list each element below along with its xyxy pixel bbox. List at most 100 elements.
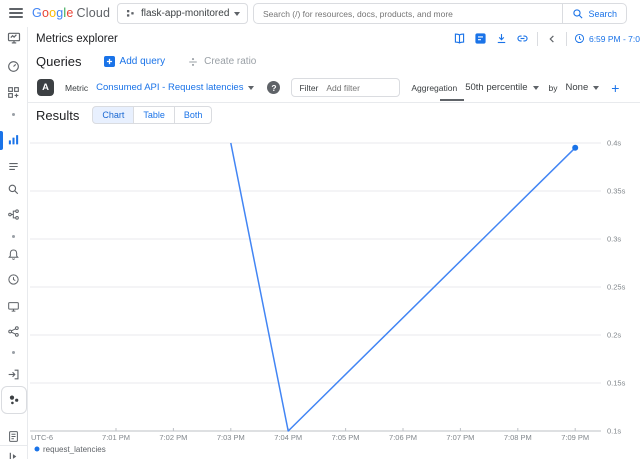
- tab-both[interactable]: Both: [175, 106, 213, 124]
- svg-text:7:02 PM: 7:02 PM: [159, 433, 187, 442]
- logo-google: Google: [32, 6, 74, 20]
- svg-text:0.1s: 0.1s: [607, 427, 621, 436]
- create-ratio-button[interactable]: Create ratio: [187, 56, 256, 68]
- document-icon: [7, 430, 20, 443]
- reading-list-icon[interactable]: [453, 32, 467, 46]
- google-cloud-logo[interactable]: GoogleCloud: [32, 0, 110, 27]
- results-view-tabs: Chart Table Both: [92, 106, 212, 124]
- sidebar-item-vm-dashboard[interactable]: [0, 300, 27, 313]
- share-link-icon[interactable]: [516, 32, 530, 46]
- svg-text:0.2s: 0.2s: [607, 331, 621, 340]
- sidebar-item-dashboards[interactable]: [0, 60, 27, 73]
- sidebar-section-dot: [0, 351, 27, 354]
- chart-board-icon[interactable]: [474, 32, 488, 46]
- enter-arrow-icon: [7, 368, 20, 381]
- svg-text:0.25s: 0.25s: [607, 283, 626, 292]
- svg-text:UTC-6: UTC-6: [31, 433, 53, 442]
- chevron-down-icon: [533, 86, 539, 90]
- collapse-time-panel-icon[interactable]: [545, 32, 559, 46]
- svg-text:7:03 PM: 7:03 PM: [217, 433, 245, 442]
- results-header: Results Chart Table Both: [28, 103, 640, 127]
- aggregation-label: Aggregation: [411, 83, 457, 93]
- search-button[interactable]: Search: [562, 4, 626, 23]
- list-icon: [7, 160, 20, 173]
- add-query-button[interactable]: Add query: [104, 56, 166, 67]
- chevron-down-icon: [234, 12, 240, 16]
- queries-title: Queries: [36, 54, 82, 69]
- divider: [537, 32, 538, 46]
- monitoring-sidebar: [0, 27, 28, 459]
- svg-text:7:06 PM: 7:06 PM: [389, 433, 417, 442]
- query-builder-row: A Metric Consumed API - Request latencie…: [28, 73, 640, 103]
- page-bar-actions: 6:59 PM - 7:0: [453, 32, 640, 46]
- integrations-icon: [7, 86, 20, 99]
- monitor-icon: [7, 300, 20, 313]
- sidebar-item-settings[interactable]: [0, 368, 27, 381]
- chevron-down-icon: [593, 86, 599, 90]
- divider: [566, 32, 567, 46]
- panel-expand-icon: [7, 450, 20, 459]
- trace-tree-icon: [7, 208, 20, 221]
- svg-text:7:04 PM: 7:04 PM: [274, 433, 302, 442]
- by-label: by: [549, 83, 558, 93]
- search-list-icon: [7, 183, 20, 196]
- svg-text:0.3s: 0.3s: [607, 235, 621, 244]
- aggregation-dropdown[interactable]: 50th percentile: [465, 82, 538, 93]
- sidebar-item-integrations[interactable]: [0, 86, 27, 99]
- dashboards-icon: [7, 60, 20, 73]
- query-badge: A: [37, 79, 54, 96]
- filter-label: Filter: [299, 83, 318, 93]
- sidebar-item-metrics-explorer[interactable]: [0, 133, 27, 146]
- search-input[interactable]: [254, 9, 562, 19]
- svg-text:7:05 PM: 7:05 PM: [332, 433, 360, 442]
- sidebar-item-release-notes[interactable]: [0, 430, 27, 443]
- sidebar-item-services[interactable]: [0, 325, 27, 338]
- svg-text:7:09 PM: 7:09 PM: [561, 433, 589, 442]
- metrics-explorer-app: GoogleCloud flask-app-monitored Search M…: [0, 0, 640, 459]
- svg-text:7:07 PM: 7:07 PM: [446, 433, 474, 442]
- project-icon: [125, 8, 136, 19]
- latency-chart[interactable]: 0.4s0.35s0.3s0.25s0.2s0.15s0.1s7:01 PM7:…: [28, 127, 640, 459]
- metric-dropdown[interactable]: Consumed API - Request latencies: [96, 82, 254, 93]
- dots-cluster-icon: [7, 393, 21, 407]
- collapse-sidebar-button[interactable]: [0, 450, 27, 459]
- add-box-icon: [104, 56, 115, 67]
- sidebar-divider: [0, 445, 27, 446]
- logo-cloud: Cloud: [77, 6, 111, 20]
- add-aggregation-button[interactable]: +: [611, 81, 619, 95]
- project-name: flask-app-monitored: [141, 8, 229, 19]
- sidebar-item-highlighted[interactable]: [1, 386, 27, 414]
- project-selector[interactable]: flask-app-monitored: [117, 3, 248, 24]
- sidebar-item-overview[interactable]: [0, 31, 27, 45]
- menu-icon[interactable]: [9, 8, 23, 19]
- sidebar-item-alerting-policies[interactable]: [0, 160, 27, 173]
- ratio-icon: [187, 56, 199, 68]
- svg-text:0.4s: 0.4s: [607, 139, 621, 148]
- tab-chart[interactable]: Chart: [92, 106, 134, 124]
- queries-header: Queries Add query Create ratio: [28, 50, 640, 73]
- global-search-bar: Search: [253, 3, 627, 24]
- aggregation-underline: [440, 99, 464, 101]
- metrics-explorer-icon: [7, 133, 20, 146]
- filter-field: Filter: [291, 78, 400, 97]
- main-content: Queries Add query Create ratio A Metric …: [28, 50, 640, 459]
- time-range-selector[interactable]: 6:59 PM - 7:0: [574, 33, 640, 44]
- sidebar-item-uptime-checks[interactable]: [0, 273, 27, 286]
- clock-icon: [574, 33, 585, 44]
- chart-area: 0.4s0.35s0.3s0.25s0.2s0.15s0.1s7:01 PM7:…: [28, 127, 640, 459]
- sidebar-section-dot: [0, 235, 27, 238]
- top-header: GoogleCloud flask-app-monitored Search: [0, 0, 640, 28]
- filter-input[interactable]: [324, 82, 392, 94]
- download-icon[interactable]: [495, 32, 509, 46]
- svg-text:0.35s: 0.35s: [607, 187, 626, 196]
- page-title: Metrics explorer: [28, 33, 118, 45]
- services-share-icon: [7, 325, 20, 338]
- svg-text:7:08 PM: 7:08 PM: [504, 433, 532, 442]
- sidebar-item-metrics-scope[interactable]: [0, 183, 27, 196]
- sidebar-item-trace[interactable]: [0, 208, 27, 221]
- group-by-dropdown[interactable]: None: [566, 82, 600, 93]
- help-icon[interactable]: ?: [267, 81, 280, 94]
- sidebar-item-alerting[interactable]: [0, 248, 27, 261]
- tab-table[interactable]: Table: [134, 106, 175, 124]
- results-title: Results: [36, 108, 79, 123]
